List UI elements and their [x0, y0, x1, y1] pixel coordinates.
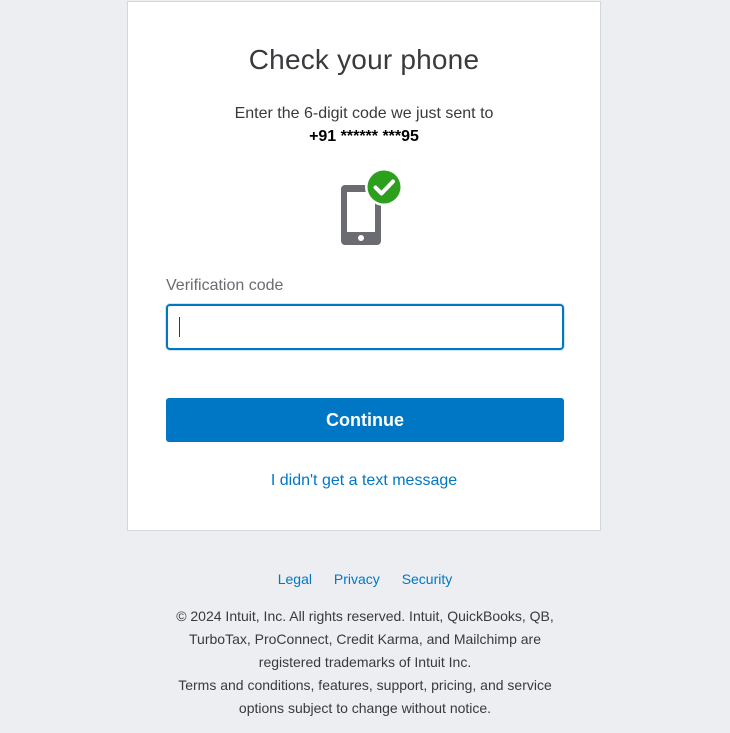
- legal-line: Terms and conditions, features, support,…: [178, 677, 552, 693]
- legal-line: options subject to change without notice…: [238, 700, 492, 716]
- verification-card: Check your phone Enter the 6-digit code …: [127, 1, 601, 531]
- legal-line: © 2024 Intuit, Inc. All rights reserved.…: [176, 608, 554, 624]
- privacy-link[interactable]: Privacy: [334, 571, 380, 587]
- phone-check-icon: [341, 168, 403, 245]
- page-title: Check your phone: [248, 44, 480, 75]
- legal-line: TurboTax, ProConnect, Credit Karma, and …: [189, 631, 541, 647]
- footer-links: Legal Privacy Security: [0, 571, 730, 587]
- verification-code-label: Verification code: [166, 277, 284, 294]
- legal-notice: © 2024 Intuit, Inc. All rights reserved.…: [140, 605, 590, 720]
- no-text-message-link[interactable]: I didn't get a text message: [128, 472, 600, 490]
- verification-code-input[interactable]: [166, 304, 564, 350]
- text-cursor: [179, 317, 180, 337]
- legal-line: registered trademarks of Intuit Inc.: [258, 654, 472, 670]
- masked-phone-number: +91 ****** ***95: [309, 128, 419, 145]
- legal-link[interactable]: Legal: [278, 571, 312, 587]
- continue-button[interactable]: Continue: [166, 398, 564, 442]
- instruction-text: Enter the 6-digit code we just sent to: [234, 105, 494, 122]
- security-link[interactable]: Security: [402, 571, 453, 587]
